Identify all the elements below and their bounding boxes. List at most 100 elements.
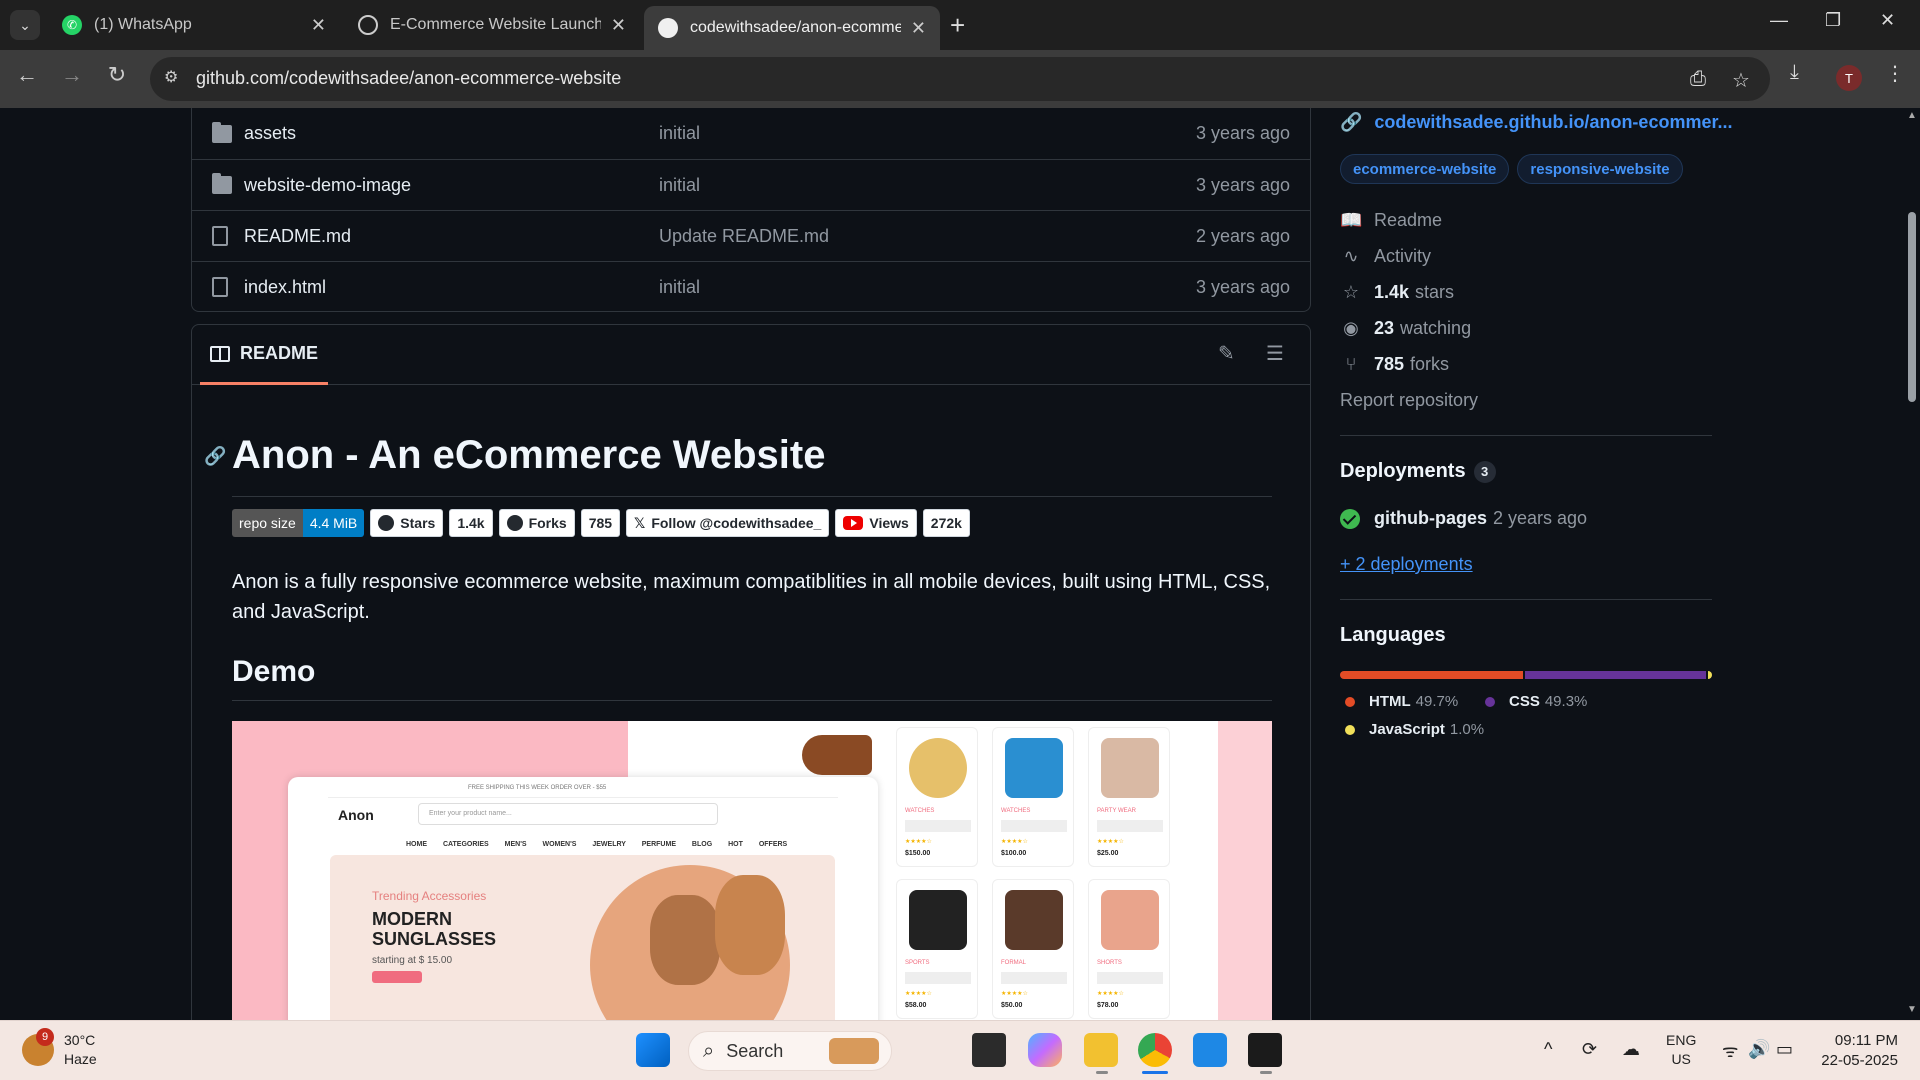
downloads-icon[interactable]: ⤓ [1790, 61, 1799, 84]
url-text[interactable]: github.com/codewithsadee/anon-ecommerce-… [196, 68, 621, 89]
deployments-heading-label: Deployments [1340, 460, 1466, 482]
badge-label: Follow @codewithsadee_ [651, 515, 822, 531]
file-name[interactable]: index.html [244, 277, 326, 298]
file-row[interactable]: README.md Update README.md 2 years ago [192, 210, 1310, 261]
chrome-icon[interactable] [1138, 1033, 1172, 1067]
anchor-link-icon[interactable]: 🔗 [204, 446, 226, 467]
file-explorer-icon[interactable] [1084, 1033, 1118, 1067]
forward-icon[interactable]: → [55, 62, 89, 88]
input-language[interactable]: ENG US [1666, 1031, 1696, 1069]
deployment-item[interactable]: github-pages 2 years ago [1340, 508, 1587, 529]
address-bar[interactable]: ⚙ github.com/codewithsadee/anon-ecommerc… [150, 57, 1770, 101]
badge-label: Stars [400, 515, 436, 531]
demo-product-name [1001, 820, 1067, 832]
demo-product-stars: ★★★★☆ [905, 991, 932, 997]
demo-product-name [1097, 972, 1163, 984]
forks-link[interactable]: ⑂ 785 forks [1340, 354, 1449, 375]
tray-chevron-up-icon[interactable]: ^ [1544, 1039, 1552, 1060]
report-repository-link[interactable]: Report repository [1340, 390, 1478, 411]
tab-whatsapp[interactable]: ✆ (1) WhatsApp ✕ [48, 8, 340, 42]
close-tab-icon[interactable]: ✕ [611, 15, 626, 36]
reload-icon[interactable]: ↻ [100, 62, 134, 88]
tab-github[interactable]: codewithsadee/anon-ecommerce-website ✕ [644, 6, 940, 50]
readme-link[interactable]: 📖 Readme [1340, 210, 1442, 231]
commit-message[interactable]: initial [659, 123, 700, 144]
browser-menu-icon[interactable]: ⋮ [1885, 61, 1905, 86]
topic-tag[interactable]: responsive-website [1517, 154, 1683, 184]
tab-chatgpt[interactable]: E-Commerce Website Launch Pl ✕ [344, 8, 640, 42]
back-icon[interactable]: ← [10, 62, 44, 88]
commit-message[interactable]: initial [659, 175, 700, 196]
vscode-icon[interactable] [1193, 1033, 1227, 1067]
site-info-icon[interactable]: ⚙ [164, 67, 186, 89]
task-view-icon[interactable] [972, 1033, 1006, 1067]
stars-link[interactable]: ☆ 1.4k stars [1340, 282, 1454, 303]
twitter-follow-badge[interactable]: 𝕏 Follow @codewithsadee_ [626, 509, 830, 537]
taskbar-search[interactable]: ⌕ Search [688, 1031, 892, 1071]
topic-tag[interactable]: ecommerce-website [1340, 154, 1510, 184]
file-row[interactable]: assets initial 3 years ago [192, 108, 1310, 159]
battery-icon[interactable]: ▭ [1776, 1039, 1793, 1060]
stars-badge[interactable]: Stars [370, 509, 444, 537]
install-app-icon[interactable]: ⎙ [1690, 68, 1706, 91]
language-item[interactable]: HTML 49.7% [1345, 693, 1458, 710]
copilot-icon[interactable] [1028, 1033, 1062, 1067]
forks-count-badge[interactable]: 785 [580, 509, 621, 537]
watching-link[interactable]: ◉ 23 watching [1340, 318, 1471, 339]
scroll-down-arrow-icon[interactable]: ▼ [1907, 1004, 1917, 1015]
close-window-icon[interactable]: ✕ [1880, 10, 1895, 31]
close-tab-icon[interactable]: ✕ [311, 15, 326, 36]
homepage-url[interactable]: codewithsadee.github.io/anon-ecommer... [1374, 112, 1732, 133]
profile-avatar[interactable]: T [1836, 65, 1862, 91]
file-name[interactable]: assets [244, 123, 296, 144]
sync-icon[interactable]: ⟳ [1582, 1039, 1597, 1060]
wifi-icon[interactable]: ᯤ [1722, 1039, 1738, 1063]
activity-link[interactable]: ∿ Activity [1340, 246, 1431, 267]
file-name[interactable]: README.md [244, 226, 351, 247]
running-indicator [1260, 1071, 1272, 1074]
new-tab-button[interactable]: + [950, 10, 965, 41]
minimize-icon[interactable]: — [1770, 10, 1788, 31]
demo-product-image [1101, 738, 1159, 798]
weather-widget[interactable]: 9 30°C Haze [22, 1028, 97, 1069]
demo-product-price: $50.00 [1001, 1002, 1023, 1009]
file-row[interactable]: website-demo-image initial 3 years ago [192, 159, 1310, 210]
weather-condition: Haze [64, 1051, 97, 1067]
windows-start-icon[interactable] [636, 1033, 670, 1067]
edit-pencil-icon[interactable]: ✎ [1218, 341, 1235, 366]
language-name: CSS [1509, 693, 1540, 710]
close-tab-icon[interactable]: ✕ [911, 18, 926, 39]
demo-shop-button [372, 971, 422, 983]
book-icon [210, 345, 230, 362]
language-item[interactable]: JavaScript 1.0% [1345, 721, 1484, 738]
bookmark-star-icon[interactable]: ☆ [1732, 68, 1750, 93]
commit-message[interactable]: initial [659, 277, 700, 298]
scroll-up-arrow-icon[interactable]: ▲ [1907, 110, 1917, 121]
repo-size-badge[interactable]: repo size 4.4 MiB [232, 509, 365, 537]
outline-list-icon[interactable]: ☰ [1266, 341, 1284, 366]
scrollbar-thumb[interactable] [1908, 212, 1916, 402]
demo-product-card: PARTY WEAR ★★★★☆ $25.00 [1088, 727, 1170, 867]
youtube-views-badge[interactable]: Views [835, 509, 917, 537]
restore-icon[interactable]: ❐ [1825, 10, 1841, 31]
file-row[interactable]: index.html initial 3 years ago [192, 261, 1310, 312]
forks-badge[interactable]: Forks [498, 509, 575, 537]
file-name[interactable]: website-demo-image [244, 175, 411, 196]
page-scrollbar[interactable]: ▲ ▼ [1904, 108, 1920, 1020]
language-item[interactable]: CSS 49.3% [1485, 693, 1587, 710]
volume-icon[interactable]: 🔊 [1748, 1039, 1770, 1060]
onedrive-offline-icon[interactable]: ☁ [1622, 1039, 1640, 1060]
demo-banner-title-line: SUNGLASSES [372, 929, 497, 949]
views-count-badge[interactable]: 272k [922, 509, 970, 537]
divider [1340, 599, 1712, 600]
more-deployments-link[interactable]: + 2 deployments [1340, 554, 1473, 575]
commit-message[interactable]: Update README.md [659, 226, 829, 247]
tab-search-button[interactable]: ⌄ [10, 10, 40, 40]
homepage-link[interactable]: 🔗 codewithsadee.github.io/anon-ecommer..… [1340, 112, 1732, 133]
system-clock[interactable]: 09:11 PM 22-05-2025 [1818, 1031, 1898, 1071]
deployment-name[interactable]: github-pages [1374, 508, 1487, 529]
readme-tab[interactable]: README [200, 325, 329, 385]
deployments-heading[interactable]: Deployments 3 [1340, 460, 1496, 483]
terminal-icon[interactable] [1248, 1033, 1282, 1067]
stars-count-badge[interactable]: 1.4k [449, 509, 493, 537]
